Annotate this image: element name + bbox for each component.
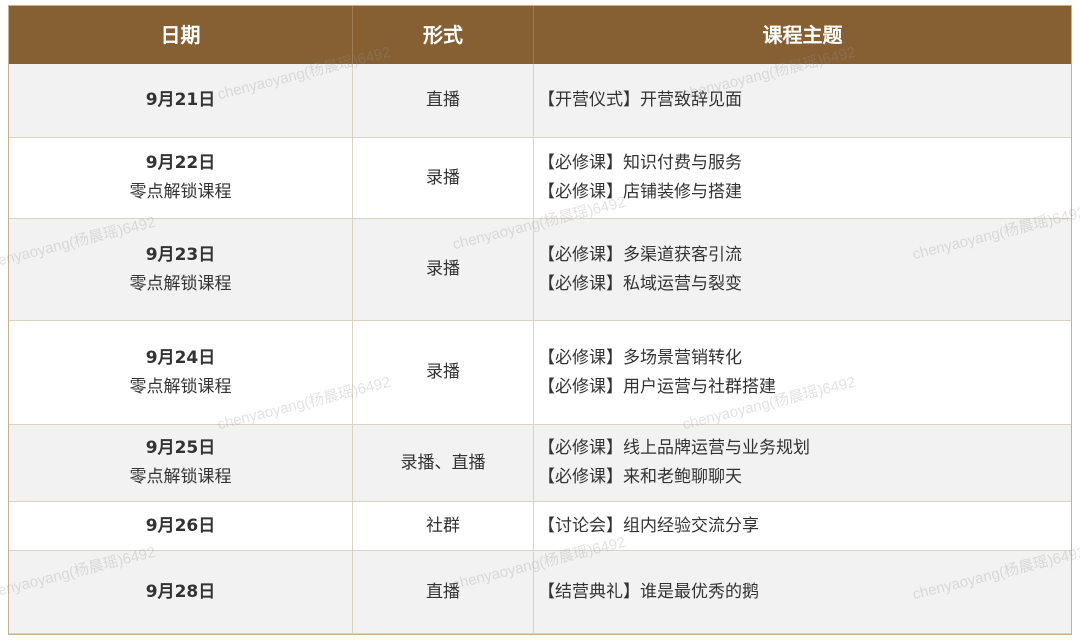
format-cell: 录播、直播	[353, 425, 534, 502]
unlock-note: 零点解锁课程	[129, 273, 232, 294]
date-text: 9月22日	[145, 153, 216, 173]
date-cell: 9月23日 零点解锁课程	[9, 219, 353, 321]
date-cell: 9月22日 零点解锁课程	[9, 138, 353, 219]
format-cell: 直播	[353, 64, 534, 138]
topic-cell: 【必修课】知识付费与服务 【必修课】店铺装修与搭建	[534, 138, 1071, 219]
date-text: 9月28日	[145, 581, 216, 602]
date-cell: 9月21日	[9, 64, 353, 138]
format-cell: 录播	[353, 138, 534, 219]
topic-line: 【必修课】线上品牌运营与业务规划	[538, 438, 810, 458]
topic-line: 【讨论会】组内经验交流分享	[538, 515, 759, 536]
unlock-note: 零点解锁课程	[129, 467, 232, 487]
topic-line: 【必修课】店铺装修与搭建	[538, 182, 742, 202]
date-cell: 9月25日 零点解锁课程	[9, 425, 353, 502]
format-cell: 录播	[353, 321, 534, 425]
date-cell: 9月24日 零点解锁课程	[9, 321, 353, 425]
format-cell: 社群	[353, 502, 534, 551]
topic-cell: 【必修课】多渠道获客引流 【必修课】私域运营与裂变	[534, 219, 1071, 321]
schedule-grid: 日期 形式 课程主题 9月21日 直播 【开营仪式】开营致辞见面 9月22日 零…	[9, 6, 1071, 634]
topic-cell: 【必修课】线上品牌运营与业务规划 【必修课】来和老鲍聊聊天	[534, 425, 1071, 502]
date-text: 9月25日	[145, 438, 216, 458]
schedule-table: 日期 形式 课程主题 9月21日 直播 【开营仪式】开营致辞见面 9月22日 零…	[8, 5, 1072, 635]
date-cell: 9月26日	[9, 502, 353, 551]
date-text: 9月21日	[145, 90, 216, 110]
header-format: 形式	[353, 6, 534, 64]
date-cell: 9月28日	[9, 551, 353, 634]
topic-line: 【必修课】多渠道获客引流	[538, 244, 742, 265]
topic-cell: 【结营典礼】谁是最优秀的鹅	[534, 551, 1071, 634]
topic-cell: 【必修课】多场景营销转化 【必修课】用户运营与社群搭建	[534, 321, 1071, 425]
topic-line: 【结营典礼】谁是最优秀的鹅	[538, 581, 759, 602]
topic-line: 【必修课】知识付费与服务	[538, 153, 742, 173]
topic-line: 【必修课】多场景营销转化	[538, 347, 742, 368]
date-text: 9月26日	[145, 515, 216, 536]
topic-cell: 【开营仪式】开营致辞见面	[534, 64, 1071, 138]
topic-line: 【开营仪式】开营致辞见面	[538, 90, 742, 110]
date-text: 9月23日	[145, 244, 216, 265]
topic-line: 【必修课】用户运营与社群搭建	[538, 376, 776, 397]
topic-cell: 【讨论会】组内经验交流分享	[534, 502, 1071, 551]
date-text: 9月24日	[145, 347, 216, 368]
topic-line: 【必修课】私域运营与裂变	[538, 273, 742, 294]
unlock-note: 零点解锁课程	[129, 182, 232, 202]
format-cell: 录播	[353, 219, 534, 321]
header-topic: 课程主题	[534, 6, 1071, 64]
header-date: 日期	[9, 6, 353, 64]
unlock-note: 零点解锁课程	[129, 376, 232, 397]
topic-line: 【必修课】来和老鲍聊聊天	[538, 467, 742, 487]
format-cell: 直播	[353, 551, 534, 634]
